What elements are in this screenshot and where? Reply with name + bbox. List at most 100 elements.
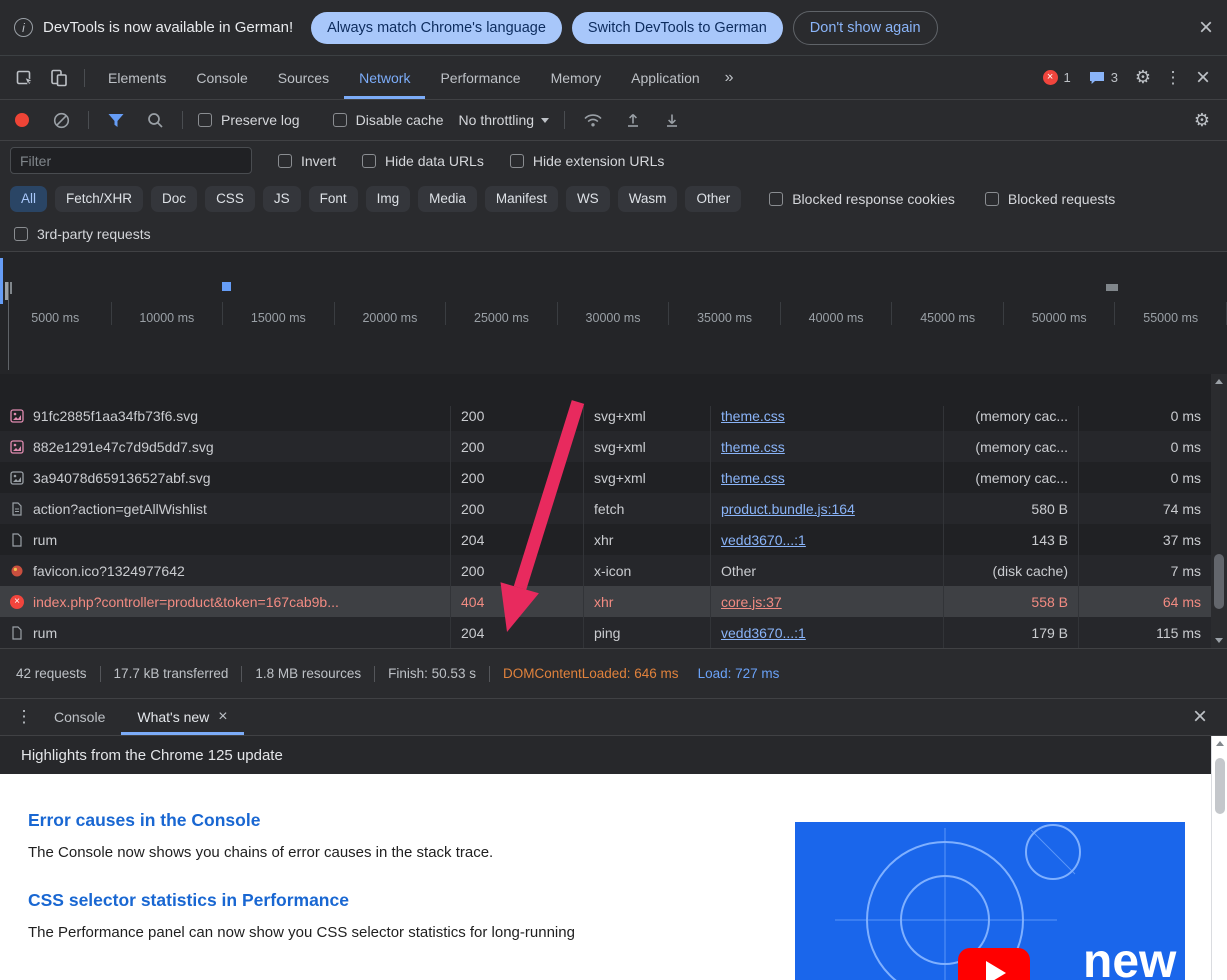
table-row[interactable]: rum 204 ping vedd3670...:1 179 B 115 ms: [0, 617, 1211, 648]
initiator-link[interactable]: theme.css: [721, 439, 785, 455]
import-har-button[interactable]: [621, 112, 645, 128]
table-row[interactable]: 882e1291e47c7d9d5dd7.svg 200 svg+xml the…: [0, 431, 1211, 462]
chip-fetch-xhr[interactable]: Fetch/XHR: [55, 185, 144, 212]
table-row[interactable]: rum 204 xhr vedd3670...:1 143 B 37 ms: [0, 524, 1211, 555]
infobar-close-button[interactable]: ×: [1199, 15, 1213, 40]
request-size: (memory cac...: [943, 462, 1078, 493]
scroll-up-icon[interactable]: [1215, 379, 1223, 384]
tab-console[interactable]: Console: [181, 56, 262, 99]
drawer-menu-button[interactable]: ⋮: [10, 707, 38, 727]
table-row-error[interactable]: × index.php?controller=product&token=167…: [0, 586, 1211, 617]
more-tabs-button[interactable]: »: [715, 69, 744, 87]
disable-cache-checkbox[interactable]: Disable cache: [332, 112, 444, 128]
device-toolbar-button[interactable]: [42, 68, 76, 88]
scroll-up-icon[interactable]: [1215, 741, 1224, 746]
timeline-overview[interactable]: 5000 ms 10000 ms 15000 ms 20000 ms 25000…: [0, 252, 1227, 374]
timeline-tick: 20000 ms: [335, 301, 447, 325]
request-status: 404: [450, 586, 583, 617]
match-language-button[interactable]: Always match Chrome's language: [311, 11, 562, 44]
inspect-element-button[interactable]: [8, 68, 42, 88]
error-badge[interactable]: × 1: [1034, 70, 1080, 85]
drawer-tab-whats-new[interactable]: What's new ×: [121, 699, 243, 735]
tab-network[interactable]: Network: [344, 56, 425, 99]
network-conditions-button[interactable]: [580, 112, 606, 128]
whats-new-title: Highlights from the Chrome 125 update: [21, 746, 283, 764]
tab-application[interactable]: Application: [616, 56, 715, 99]
invert-checkbox[interactable]: Invert: [278, 153, 336, 169]
request-size: 179 B: [943, 617, 1078, 648]
devtools-language-infobar: i DevTools is now available in German! A…: [0, 0, 1227, 56]
scroll-down-icon[interactable]: [1215, 638, 1223, 643]
chip-img[interactable]: Img: [365, 185, 411, 212]
image-file-icon: [10, 408, 24, 423]
initiator-link[interactable]: core.js:37: [721, 594, 782, 610]
chip-manifest[interactable]: Manifest: [484, 185, 558, 212]
filter-toggle-button[interactable]: [104, 113, 128, 128]
tab-memory[interactable]: Memory: [536, 56, 617, 99]
section-body: The Performance panel can now show you C…: [28, 924, 575, 941]
filter-input[interactable]: [10, 147, 252, 174]
table-row[interactable]: action?action=getAllWishlist 200 fetch p…: [0, 493, 1211, 524]
network-settings-button[interactable]: ⚙: [1187, 110, 1217, 131]
initiator-link[interactable]: vedd3670...:1: [721, 532, 806, 548]
preserve-log-checkbox[interactable]: Preserve log: [198, 112, 300, 128]
menu-button[interactable]: ⋮: [1159, 68, 1187, 88]
tab-sources[interactable]: Sources: [263, 56, 344, 99]
switch-language-button[interactable]: Switch DevTools to German: [571, 11, 783, 44]
initiator-link[interactable]: theme.css: [721, 470, 785, 486]
table-row[interactable]: favicon.ico?1324977642 200 x-icon Other …: [0, 555, 1211, 586]
resource-type-filters: All Fetch/XHR Doc CSS JS Font Img Media …: [0, 180, 1227, 217]
gear-icon: ⚙: [1193, 109, 1211, 130]
chip-other[interactable]: Other: [685, 185, 742, 212]
whats-new-header: Highlights from the Chrome 125 update: [0, 736, 1211, 774]
clear-button[interactable]: [49, 112, 73, 129]
request-size: 580 B: [943, 493, 1078, 524]
table-row[interactable]: 3a94078d659136527abf.svg 200 svg+xml the…: [0, 462, 1211, 493]
initiator-link[interactable]: product.bundle.js:164: [721, 501, 855, 517]
chip-js[interactable]: JS: [262, 185, 301, 212]
close-icon[interactable]: ×: [218, 709, 227, 725]
tab-performance[interactable]: Performance: [425, 56, 535, 99]
checkbox-icon: [332, 113, 347, 127]
scrollbar-thumb[interactable]: [1214, 554, 1224, 609]
device-toolbar-icon: [51, 69, 67, 86]
settings-button[interactable]: ⚙: [1127, 67, 1159, 88]
section-heading: CSS selector statistics in Performance: [28, 890, 349, 910]
chip-doc[interactable]: Doc: [151, 185, 198, 212]
chip-media[interactable]: Media: [418, 185, 477, 212]
hide-data-urls-checkbox[interactable]: Hide data URLs: [362, 153, 484, 169]
initiator-link[interactable]: vedd3670...:1: [721, 625, 806, 641]
search-button[interactable]: [143, 112, 167, 129]
table-scrollbar[interactable]: [1211, 374, 1227, 648]
dont-show-again-button[interactable]: Don't show again: [792, 10, 938, 45]
play-button[interactable]: [958, 948, 1030, 980]
blocked-requests-checkbox[interactable]: Blocked requests: [984, 191, 1115, 207]
timeline-tick: 25000 ms: [446, 301, 558, 325]
request-name: favicon.ico?1324977642: [33, 562, 185, 579]
drawer-close-button[interactable]: ×: [1183, 705, 1217, 729]
chip-ws[interactable]: WS: [565, 185, 610, 212]
close-devtools-button[interactable]: ×: [1187, 65, 1219, 90]
blocked-cookies-checkbox[interactable]: Blocked response cookies: [769, 191, 955, 207]
video-thumbnail[interactable]: new: [795, 822, 1185, 980]
hide-extension-urls-checkbox[interactable]: Hide extension URLs: [509, 153, 664, 169]
third-party-checkbox[interactable]: 3rd-party requests: [14, 226, 151, 242]
scrollbar-thumb[interactable]: [1215, 758, 1225, 814]
chip-all[interactable]: All: [10, 185, 48, 212]
table-row[interactable]: 91fc2885f1aa34fb73f6.svg 200 svg+xml the…: [0, 406, 1211, 431]
timeline-tick: 35000 ms: [669, 301, 781, 325]
initiator-link[interactable]: theme.css: [721, 408, 785, 424]
chip-font[interactable]: Font: [308, 185, 358, 212]
export-har-button[interactable]: [660, 112, 684, 128]
timeline-activity-bar: [8, 282, 9, 370]
chip-css[interactable]: CSS: [205, 185, 255, 212]
infobar-message: DevTools is now available in German!: [43, 19, 294, 36]
record-button[interactable]: [10, 113, 34, 127]
issues-badge[interactable]: 3: [1080, 70, 1127, 85]
error-icon: ×: [1042, 70, 1058, 85]
drawer-tab-console[interactable]: Console: [38, 699, 121, 735]
drawer-scrollbar[interactable]: [1211, 736, 1227, 980]
chip-wasm[interactable]: Wasm: [617, 185, 678, 212]
throttling-select[interactable]: No throttling: [459, 112, 550, 128]
tab-elements[interactable]: Elements: [93, 56, 181, 99]
